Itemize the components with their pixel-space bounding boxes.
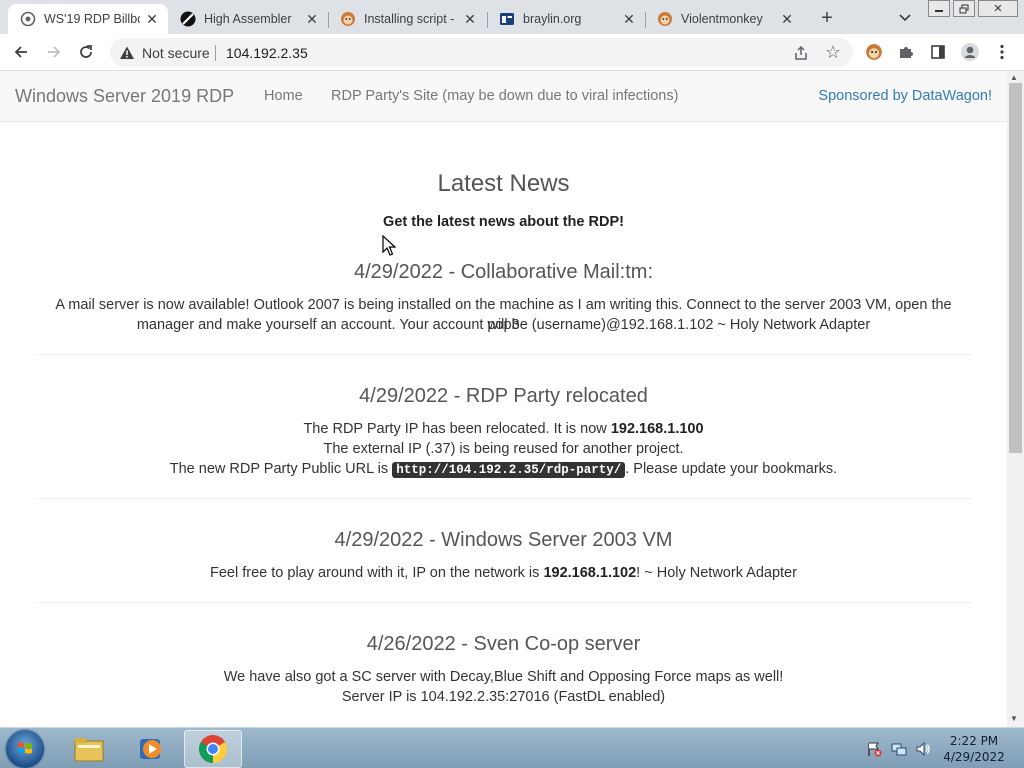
mouse-pointer-icon	[382, 235, 396, 256]
violentmonkey-extension-icon[interactable]	[863, 41, 885, 63]
profile-avatar-icon[interactable]	[959, 41, 981, 63]
chrome-icon	[199, 735, 227, 763]
public-url-code: http://104.192.2.35/rdp-party/	[392, 462, 626, 478]
back-arrow-icon[interactable]	[10, 41, 32, 63]
post-text: Server IP is 104.192.2.35:27016 (FastDL …	[341, 689, 666, 705]
divider	[35, 498, 972, 499]
minimize-window-button[interactable]	[928, 0, 950, 17]
post-text: The new RDP Party Public URL is http://1…	[40, 459, 967, 480]
file-explorer-icon[interactable]	[60, 730, 118, 768]
chrome-tab-favicon	[20, 11, 36, 27]
network-icon[interactable]	[891, 741, 907, 757]
extensions-puzzle-icon[interactable]	[895, 41, 917, 63]
post-title: 4/29/2022 - Windows Server 2003 VM	[334, 529, 673, 551]
windows-logo-icon	[18, 742, 32, 754]
post-title: 4/29/2022 - Collaborative Mail:tm:	[353, 261, 654, 283]
site-navbar: Windows Server 2019 RDP Home RDP Party's…	[0, 71, 1007, 122]
no-entry-favicon	[180, 11, 196, 27]
volume-icon[interactable]	[915, 741, 931, 757]
action-center-flag-icon[interactable]	[866, 741, 882, 757]
ip-address: 192.168.1.102	[543, 565, 637, 581]
windows-taskbar: 2:22 PM 4/29/2022	[0, 727, 1024, 768]
taskbar-clock[interactable]: 2:22 PM 4/29/2022	[938, 733, 1010, 765]
post-title: 4/29/2022 - RDP Party relocated	[359, 385, 648, 407]
post-text-segment: The RDP Party IP has been relocated. It …	[303, 421, 611, 437]
close-tab-icon[interactable]: ✕	[304, 11, 320, 27]
web-page: Windows Server 2019 RDP Home RDP Party's…	[0, 71, 1007, 727]
divider	[35, 602, 972, 603]
violentmonkey-favicon	[657, 11, 673, 27]
tab-braylin[interactable]: braylin.org ✕	[487, 4, 645, 34]
close-window-button[interactable]: ✕	[978, 0, 1018, 17]
post-text-segment: . Please update your bookmarks.	[625, 461, 838, 477]
tab-title: WS'19 RDP Billbo	[44, 12, 140, 26]
tab-title: braylin.org	[523, 12, 582, 26]
clock-time: 2:22 PM	[949, 734, 999, 748]
browser-menu-icon[interactable]	[991, 41, 1013, 63]
share-icon[interactable]	[792, 44, 810, 62]
chrome-taskbar-button[interactable]	[184, 730, 242, 768]
post-text: We have also got a SC server with Decay,…	[223, 669, 784, 685]
url-text[interactable]: 104.192.2.35	[226, 45, 308, 61]
tab-violentmonkey[interactable]: Violentmonkey ✕	[645, 4, 803, 34]
nav-home-link[interactable]: Home	[264, 88, 303, 104]
tab-installing-script[interactable]: Installing script - V ✕	[328, 4, 486, 34]
forward-arrow-icon[interactable]	[43, 41, 65, 63]
side-panel-icon[interactable]	[927, 41, 949, 63]
post-text: The external IP (.37) is being reused fo…	[323, 441, 684, 457]
close-tab-icon[interactable]: ✕	[621, 11, 637, 27]
tab-title: High Assembler	[204, 12, 292, 26]
tab-title: Installing script - V	[364, 12, 458, 26]
media-player-icon[interactable]	[122, 730, 180, 768]
divider	[35, 354, 972, 355]
scroll-up-arrow-icon[interactable]: ▲	[1010, 73, 1018, 82]
page-title: Latest News	[437, 170, 570, 197]
post-text: Feel free to play around with it, IP on …	[40, 563, 967, 583]
warning-triangle-icon[interactable]	[119, 45, 135, 61]
tab-ws19-rdp[interactable]: WS'19 RDP Billbo ✕	[8, 4, 168, 34]
address-bar[interactable]: Not secure 104.192.2.35 ☆	[110, 38, 853, 67]
post-title: 4/26/2022 - Sven Co-op server	[366, 633, 641, 655]
browser-toolbar: Not secure 104.192.2.35 ☆	[0, 34, 1024, 71]
start-button[interactable]	[6, 730, 44, 768]
site-brand[interactable]: Windows Server 2019 RDP	[15, 86, 234, 107]
nav-rdp-party-link[interactable]: RDP Party's Site (may be down due to vir…	[331, 88, 678, 104]
address-divider	[215, 45, 216, 61]
tab-high-assembler[interactable]: High Assembler ✕	[168, 4, 328, 34]
tab-title: Violentmonkey	[681, 12, 763, 26]
post-text-segment: The new RDP Party Public URL is	[169, 461, 393, 477]
restore-window-button[interactable]	[953, 0, 975, 17]
close-tab-icon[interactable]: ✕	[462, 11, 478, 27]
close-tab-icon[interactable]: ✕	[144, 11, 160, 27]
violentmonkey-favicon	[340, 11, 356, 27]
reload-icon[interactable]	[75, 41, 97, 63]
website-favicon	[499, 11, 515, 27]
new-tab-button[interactable]: +	[816, 7, 838, 29]
post-text: The RDP Party IP has been relocated. It …	[40, 419, 967, 439]
post-text-segment: ! ~ Holy Network Adapter	[636, 565, 797, 581]
post-text-segment: Feel free to play around with it, IP on …	[210, 565, 544, 581]
scrollbar-thumb[interactable]	[1009, 83, 1022, 453]
security-status-label[interactable]: Not secure	[142, 45, 210, 61]
browser-tab-strip: WS'19 RDP Billbo ✕ High Assembler ✕ Inst…	[0, 0, 1024, 34]
chevron-down-icon[interactable]	[896, 9, 914, 27]
sponsor-link[interactable]: Sponsored by DataWagon!	[818, 88, 992, 104]
scroll-down-arrow-icon[interactable]: ▼	[1010, 714, 1018, 723]
clock-date: 4/29/2022	[943, 750, 1005, 764]
post-text: manager and make yourself an account. Yo…	[136, 317, 871, 333]
bookmark-star-icon[interactable]: ☆	[824, 42, 842, 62]
close-tab-icon[interactable]: ✕	[779, 11, 795, 27]
ip-address: 192.168.1.100	[610, 421, 704, 437]
page-subtitle: Get the latest news about the RDP!	[383, 214, 624, 230]
